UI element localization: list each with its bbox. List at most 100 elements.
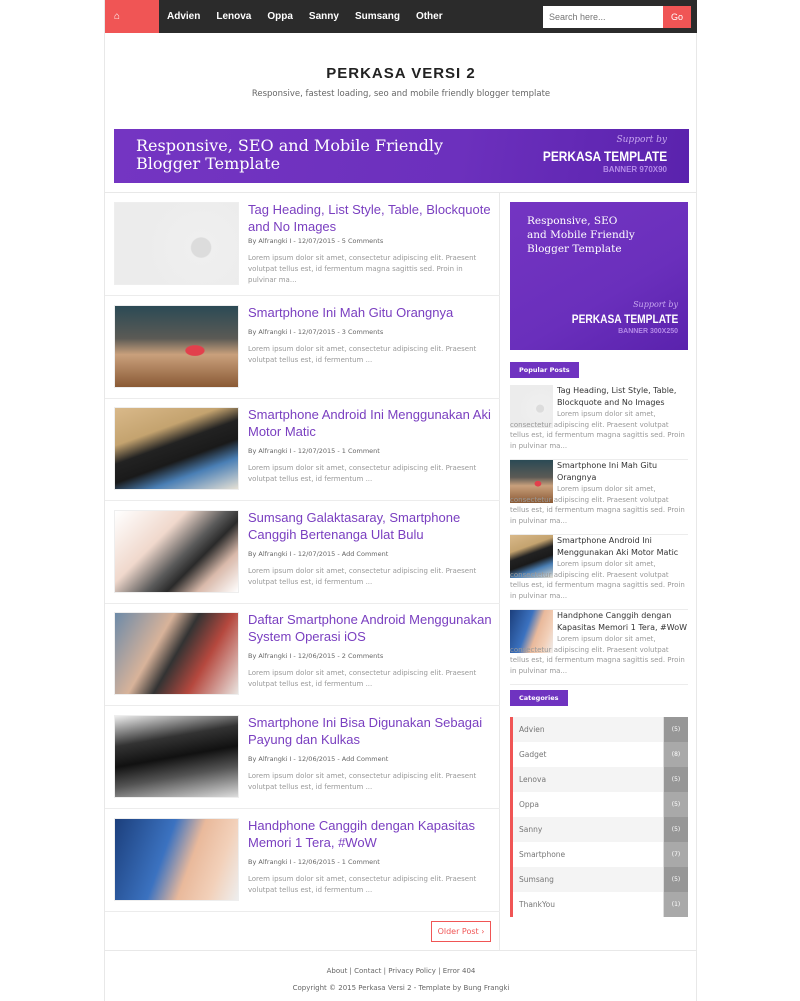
footer-error404[interactable]: Error 404 [443, 967, 476, 975]
post-excerpt: Lorem ipsum dolor sit amet, consectetur … [248, 464, 477, 484]
older-post-button[interactable]: Older Post › [431, 921, 491, 942]
post-meta: By Alfrangki I - 12/07/2015 - Add Commen… [248, 549, 389, 558]
copyright: Copyright © 2015 Perkasa Versi 2 - Templ… [292, 984, 510, 992]
footer-contact[interactable]: Contact [354, 967, 381, 975]
post-thumbnail[interactable] [114, 202, 239, 285]
post-title[interactable]: Smartphone Ini Mah Gitu Orangnya [248, 304, 493, 321]
popular-post-excerpt: Lorem ipsum dolor sit amet, consectetur … [510, 410, 685, 450]
post-excerpt: Lorem ipsum dolor sit amet, consectetur … [248, 772, 477, 791]
category-count: (5) [663, 767, 688, 792]
nav-lenova[interactable]: Lenova [208, 0, 259, 33]
post-meta: By Alfrangki I - 12/07/2015 - 5 Comments [248, 237, 384, 245]
home-icon: ⌂ [114, 11, 121, 22]
sban-line3: Blogger Template [527, 243, 622, 255]
nav-home[interactable]: ⌂ Home [105, 0, 159, 55]
category-name[interactable]: ThankYou [513, 892, 663, 917]
category-item[interactable]: ThankYou (1) [513, 892, 688, 917]
post-title[interactable]: Daftar Smartphone Android Menggunakan Sy… [248, 611, 493, 645]
post-thumbnail[interactable] [114, 612, 239, 696]
header-banner[interactable]: Responsive, SEO and Mobile Friendly Blogg… [114, 129, 689, 183]
popular-post-title[interactable]: Smartphone Ini Mah Gitu Orangnya [557, 460, 688, 484]
sban-line1: Responsive, SEO [527, 215, 618, 227]
category-name[interactable]: Sumsang [513, 867, 663, 892]
sban-size: BANNER 300X250 [618, 328, 678, 335]
post-item: Smartphone Android Ini Menggunakan Aki M… [105, 398, 500, 502]
popular-post-title[interactable]: Handphone Canggih dengan Kapasitas Memor… [557, 610, 688, 634]
category-item[interactable]: Sumsang (5) [513, 867, 688, 892]
category-count: (7) [663, 842, 688, 867]
popular-post-excerpt: Lorem ipsum dolor sit amet, consectetur … [510, 635, 685, 675]
category-name[interactable]: Lenova [513, 767, 663, 792]
categories-list: Advien (5) Gadget (8) Lenova (5) Oppa (5) Sanny(… [510, 717, 688, 917]
popular-post-item: Handphone Canggih dengan Kapasitas Memor… [510, 610, 688, 685]
footer-divider [105, 950, 697, 951]
sep: | [435, 967, 443, 975]
popular-post-item: Smartphone Ini Mah Gitu Orangnya Lorem i… [510, 460, 688, 535]
post-item: Handphone Canggih dengan Kapasitas Memor… [105, 809, 500, 912]
nav-other[interactable]: Other [408, 0, 451, 33]
top-nav: ⌂ Home Advien Lenova Oppa Sanny Sumsang … [105, 0, 697, 55]
banner-line2: Blogger Template [136, 154, 281, 173]
category-count: (8) [663, 742, 688, 767]
footer-privacy[interactable]: Privacy Policy [388, 967, 436, 975]
nav-advien[interactable]: Advien [159, 0, 208, 33]
post-thumbnail[interactable] [114, 509, 239, 593]
post-title[interactable]: Smartphone Android Ini Menggunakan Aki M… [248, 406, 493, 440]
sban-support: Support by [633, 300, 678, 309]
blog-title[interactable]: PERKASA VERSI 2 [105, 65, 697, 82]
popular-post-title[interactable]: Smartphone Android Ini Menggunakan Aki M… [557, 535, 688, 559]
post-thumbnail[interactable] [114, 715, 239, 798]
nav-sumsang[interactable]: Sumsang [347, 0, 408, 33]
popular-post-excerpt: Lorem ipsum dolor sit amet, consectetur … [510, 560, 685, 600]
categories-heading: Categories [510, 690, 568, 706]
popular-post-excerpt: Lorem ipsum dolor sit amet, consectetur … [510, 485, 685, 525]
banner-size: BANNER 970X90 [602, 165, 667, 174]
popular-post-item: Tag Heading, List Style, Table, Blockquo… [510, 385, 688, 460]
post-item: Sumsang Galaktasaray, Smartphone Canggih… [105, 501, 500, 604]
banner-support: Support by [616, 135, 667, 145]
category-item[interactable]: Sanny (5) [513, 817, 688, 842]
category-item[interactable]: Lenova (5) [513, 767, 688, 792]
blog-tagline: Responsive, fastest loading, seo and mob… [251, 89, 551, 99]
post-thumbnail[interactable] [114, 407, 239, 491]
category-name[interactable]: Sanny [513, 817, 663, 842]
popular-post-title[interactable]: Tag Heading, List Style, Table, Blockquo… [557, 385, 688, 409]
post-item: Tag Heading, List Style, Table, Blockquo… [105, 193, 500, 296]
post-meta: By Alfrangki I - 12/06/2015 - 1 Comment [248, 857, 380, 866]
post-title[interactable]: Handphone Canggih dengan Kapasitas Memor… [248, 817, 493, 851]
category-name[interactable]: Advien [513, 717, 663, 742]
post-title[interactable]: Sumsang Galaktasaray, Smartphone Canggih… [248, 509, 493, 543]
category-item[interactable]: Oppa (5) [513, 792, 688, 817]
post-thumbnail[interactable] [114, 817, 239, 901]
post-title[interactable]: Tag Heading, List Style, Table, Blockquo… [248, 201, 493, 235]
post-excerpt: Lorem ipsum dolor sit amet, consectetur … [248, 669, 477, 689]
sidebar-banner[interactable]: Responsive, SEO and Mobile Friendly Blogge… [510, 202, 688, 350]
post-list: Tag Heading, List Style, Table, Blockquo… [105, 193, 500, 950]
post-excerpt: Lorem ipsum dolor sit amet, consectetur … [248, 254, 477, 284]
post-title[interactable]: Smartphone Ini Bisa Digunakan Sebagai Pa… [248, 714, 493, 748]
footer-about[interactable]: About [327, 967, 348, 975]
category-name[interactable]: Oppa [513, 792, 663, 817]
category-item[interactable]: Smartphone (7) [513, 842, 688, 867]
post-excerpt: Lorem ipsum dolor sit amet, consectetur … [248, 344, 477, 364]
post-item: Daftar Smartphone Android Menggunakan Sy… [105, 603, 500, 707]
banner-brand: PERKASA TEMPLATE [542, 148, 667, 164]
category-count: (1) [663, 892, 688, 917]
category-item[interactable]: Gadget (8) [513, 742, 688, 767]
post-meta: By Alfrangki I - 12/07/2015 - 1 Comment [248, 447, 380, 456]
category-name[interactable]: Gadget [513, 742, 663, 767]
search-input[interactable] [543, 6, 663, 28]
category-count: (5) [663, 717, 688, 742]
post-meta: By Alfrangki I - 12/06/2015 - 2 Comments [248, 652, 384, 661]
category-count: (5) [663, 792, 688, 817]
category-count: (5) [663, 817, 688, 842]
category-name[interactable]: Smartphone [513, 842, 663, 867]
post-thumbnail[interactable] [114, 304, 239, 388]
search-go-button[interactable]: Go [663, 6, 691, 28]
nav-oppa[interactable]: Oppa [259, 0, 301, 33]
nav-sanny[interactable]: Sanny [301, 0, 347, 33]
footer-links: About | Contact | Privacy Policy | Error… [105, 967, 697, 975]
category-item[interactable]: Advien (5) [513, 717, 688, 742]
popular-post-item: Smartphone Android Ini Menggunakan Aki M… [510, 535, 688, 610]
page-container: ⌂ Home Advien Lenova Oppa Sanny Sumsang … [104, 0, 697, 1001]
